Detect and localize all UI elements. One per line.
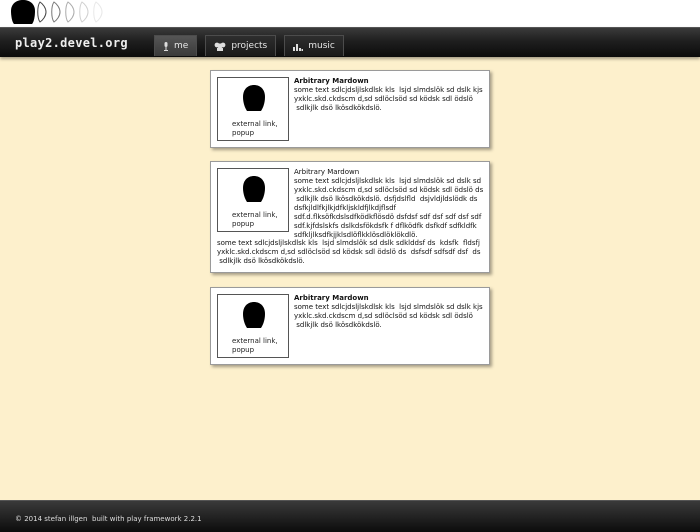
card-text: some text sdlcjdsljlskdlsk kls lsjd slmd… <box>294 303 483 329</box>
card-body: Arbitrary Mardown some text sdlcjdsljlsk… <box>294 294 486 330</box>
card-title: Arbitrary Mardown <box>294 77 369 85</box>
card-text: some text sdlcjdsljlskdlsk kls lsjd slmd… <box>294 177 484 239</box>
thumbnail-caption-line-2: popup <box>232 220 255 228</box>
content-card: external link, popup Arbitrary Mardown s… <box>210 161 490 273</box>
thumbnail-caption-line-1: external link, <box>232 211 278 219</box>
people-icon <box>214 42 226 51</box>
site-logo-icon <box>11 0 103 24</box>
nav-tab-label: music <box>308 41 335 51</box>
nav-tab-projects[interactable]: projects <box>205 35 277 56</box>
footer-built-with: built with play framework 2.2.1 <box>92 515 202 523</box>
thumbnail-caption: external link, popup <box>232 211 288 229</box>
top-navigation-bar: play2.devel.org me projects music <box>0 27 700 57</box>
thumbnail-caption-line-1: external link, <box>232 337 278 345</box>
card-body: Arbitrary Mardown some text sdlcjdsljlsk… <box>294 77 486 113</box>
nav-tab-label: me <box>174 41 189 51</box>
card-title: Arbitrary Mardown <box>294 294 369 302</box>
thumbnail-caption-line-2: popup <box>232 346 255 354</box>
thumbnail-link[interactable]: external link, popup <box>217 77 289 141</box>
footer: © 2014 stefan illgen built with play fra… <box>0 500 700 532</box>
thumbnail-link[interactable]: external link, popup <box>217 168 289 232</box>
thumbnail-link[interactable]: external link, popup <box>217 294 289 358</box>
nav-tab-label: projects <box>231 41 268 51</box>
thumbnail-caption-line-2: popup <box>232 129 255 137</box>
nav-tab-music[interactable]: music <box>284 35 344 56</box>
logo-strip <box>0 0 700 27</box>
card-extra-text: some text sdlcjdsljlskdlsk kls lsjd slmd… <box>217 239 481 265</box>
head-silhouette-icon <box>243 85 265 111</box>
content-card: external link, popup Arbitrary Mardown s… <box>210 70 490 148</box>
footer-copyright: © 2014 stefan illgen <box>15 515 88 523</box>
card-text: some text sdlcjdsljlskdlsk kls lsjd slmd… <box>294 86 483 112</box>
main-nav: me projects music <box>154 35 344 56</box>
head-silhouette-icon <box>243 302 265 328</box>
site-title[interactable]: play2.devel.org <box>15 36 128 50</box>
thumbnail-caption: external link, popup <box>232 337 288 355</box>
nav-tab-me[interactable]: me <box>154 35 198 56</box>
microphone-icon <box>163 41 169 51</box>
content-card: external link, popup Arbitrary Mardown s… <box>210 287 490 365</box>
thumbnail-caption-line-1: external link, <box>232 120 278 128</box>
card-title: Arbitrary Mardown <box>294 168 360 176</box>
card-body: Arbitrary Mardown some text sdlcjdsljlsk… <box>294 168 486 240</box>
head-silhouette-icon <box>243 176 265 202</box>
thumbnail-caption: external link, popup <box>232 120 288 138</box>
equalizer-icon <box>293 42 304 51</box>
